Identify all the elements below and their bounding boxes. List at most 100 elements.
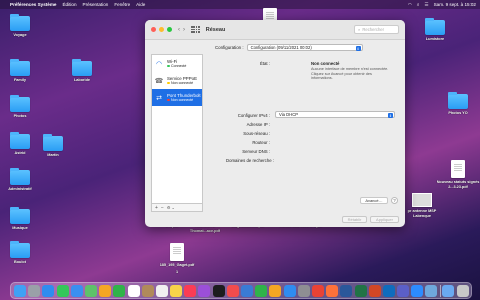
search-field[interactable]: ⌕ Rechercher <box>354 25 399 34</box>
desktop-folder[interactable]: Lumistore <box>415 18 455 42</box>
close-window-button[interactable] <box>151 27 156 32</box>
folder-icon <box>10 59 30 76</box>
services-toolbar: + − ⚙ ⌄ <box>151 204 203 212</box>
configuration-row: Configuration : Configuration (09/11/202… <box>215 44 363 51</box>
messages-dock-icon[interactable] <box>56 284 69 297</box>
folder-icon <box>10 241 30 258</box>
wifi-status-icon[interactable]: ◠ <box>408 2 412 8</box>
maps-dock-icon[interactable] <box>84 284 97 297</box>
minimize-window-button[interactable] <box>159 27 164 32</box>
desktop-folder[interactable]: Administratif <box>0 168 40 192</box>
advanced-button[interactable]: Avancé… <box>360 197 388 204</box>
network-services-list: ◠ Wi-Fi Connecté ☎ Service PPPoE Non con… <box>151 54 203 204</box>
preview-dock-icon[interactable] <box>425 284 438 297</box>
desktop-folder[interactable]: Family <box>0 59 40 83</box>
photos-dock-icon[interactable] <box>99 284 112 297</box>
folder-icon <box>448 92 468 109</box>
trash-dock-icon[interactable] <box>456 284 469 297</box>
service-item-wifi[interactable]: ◠ Wi-Fi Connecté <box>152 55 202 72</box>
subnet-label: Sous-réseau : <box>243 131 270 136</box>
service-item-thunderbolt-bridge[interactable]: ⇄ Pont Thunderbolt Non connecté <box>152 89 202 106</box>
gear-icon[interactable]: ⚙ ⌄ <box>167 205 175 210</box>
menu-app-name[interactable]: Préférences Système <box>10 2 56 7</box>
desktop-file[interactable]: pr antenne MSP Labenque <box>400 193 444 218</box>
outlook-dock-icon[interactable] <box>382 284 395 297</box>
status-dot-yellow <box>167 81 170 85</box>
mail-dock-icon[interactable] <box>70 284 83 297</box>
search-domains-label: Domaines de recherche : <box>225 158 274 163</box>
folder-icon <box>10 132 30 149</box>
keynote-dock-icon[interactable] <box>241 284 253 297</box>
facetime-dock-icon[interactable] <box>113 284 126 297</box>
pdf-document-icon <box>170 243 184 261</box>
system-preferences-dock-icon[interactable] <box>297 284 310 297</box>
reminders-dock-icon[interactable] <box>155 284 168 297</box>
help-button[interactable]: ? <box>391 197 398 204</box>
calendar-dock-icon[interactable] <box>127 284 140 297</box>
desktop-folder[interactable]: Boulot <box>0 241 40 265</box>
desktop-file[interactable]: Nouveau statuts signés 2...3.23.pdf <box>436 160 480 189</box>
service-status: Connecté <box>171 63 187 68</box>
remove-service-button[interactable]: − <box>161 205 164 211</box>
search-placeholder: Rechercher <box>362 27 385 32</box>
search-icon: ⌕ <box>358 27 361 32</box>
podcasts-dock-icon[interactable] <box>198 284 211 297</box>
desktop-folder[interactable]: Photos <box>0 95 40 119</box>
menu-clock[interactable]: Sam. 9 sept. à 15:02 <box>434 2 476 7</box>
configuration-popup[interactable]: Configuration (09/11/2021 00:02) ⇕ <box>246 44 363 51</box>
desktop-folder[interactable]: Laboride <box>62 59 102 83</box>
add-service-button[interactable]: + <box>155 205 158 211</box>
wifi-icon: ◠ <box>155 60 163 68</box>
service-status: Non connecté <box>171 80 194 85</box>
contacts-dock-icon[interactable] <box>141 284 154 297</box>
desktop-folder[interactable]: Photos YO <box>438 92 478 116</box>
folder-icon <box>10 207 30 224</box>
back-icon[interactable]: ‹ <box>178 27 180 33</box>
teams-dock-icon[interactable] <box>397 284 410 297</box>
tv-dock-icon[interactable] <box>212 284 225 297</box>
search-spotlight-icon[interactable]: ⌕ <box>417 2 420 7</box>
forward-icon[interactable]: › <box>183 27 185 33</box>
desktop-folder[interactable]: Musique <box>0 207 40 231</box>
show-all-grid-icon[interactable] <box>191 26 200 33</box>
finder-dock-icon[interactable] <box>14 284 26 297</box>
excel-dock-icon[interactable] <box>354 284 367 297</box>
dns-server-label: Serveur DNS : <box>242 149 270 154</box>
desktop-file[interactable]: 185_195_Gaget.pdf 1 <box>155 243 199 274</box>
firefox-dock-icon[interactable] <box>326 284 339 297</box>
menu-edit[interactable]: Édition <box>62 2 76 7</box>
numbers-dock-icon[interactable] <box>255 284 268 297</box>
network-preferences-window: ‹ › Réseau ⌕ Rechercher Configuration : … <box>145 20 405 227</box>
apply-button[interactable]: Appliquer <box>370 216 399 223</box>
desktop-folder[interactable]: Voyage <box>0 14 40 38</box>
launchpad-dock-icon[interactable] <box>28 284 41 297</box>
downloads-dock-icon[interactable] <box>442 284 455 297</box>
safari-dock-icon[interactable] <box>42 284 55 297</box>
chevron-updown-icon: ⇕ <box>355 46 361 51</box>
desktop-folder[interactable]: Martin <box>33 134 73 158</box>
pages-dock-icon[interactable] <box>269 284 282 297</box>
menu-help[interactable]: Aide <box>136 2 145 7</box>
word-dock-icon[interactable] <box>340 284 353 297</box>
zoom-dock-icon[interactable] <box>411 284 424 297</box>
ipv4-popup[interactable]: Via DHCP ⇕ <box>275 111 395 118</box>
chevron-updown-icon: ⇕ <box>388 113 393 118</box>
router-label: Routeur : <box>252 140 270 145</box>
window-titlebar: ‹ › Réseau ⌕ Rechercher <box>145 20 405 40</box>
powerpoint-dock-icon[interactable] <box>368 284 381 297</box>
music-dock-icon[interactable] <box>184 284 197 297</box>
app-store-dock-icon[interactable] <box>283 284 296 297</box>
menu-window[interactable]: Fenêtre <box>114 2 130 7</box>
revert-button[interactable]: Rétablir <box>342 216 367 223</box>
zoom-window-button[interactable] <box>167 27 172 32</box>
control-center-icon[interactable]: ☰ <box>424 2 428 8</box>
service-item-pppoe[interactable]: ☎ Service PPPoE Non connecté <box>152 72 202 89</box>
menu-view[interactable]: Présentation <box>83 2 109 7</box>
chrome-dock-icon[interactable] <box>311 284 324 297</box>
folder-icon <box>425 18 445 35</box>
notes-dock-icon[interactable] <box>170 284 183 297</box>
window-title: Réseau <box>205 26 226 33</box>
news-dock-icon[interactable] <box>226 284 239 297</box>
folder-icon <box>10 95 30 112</box>
folder-icon <box>10 168 30 185</box>
